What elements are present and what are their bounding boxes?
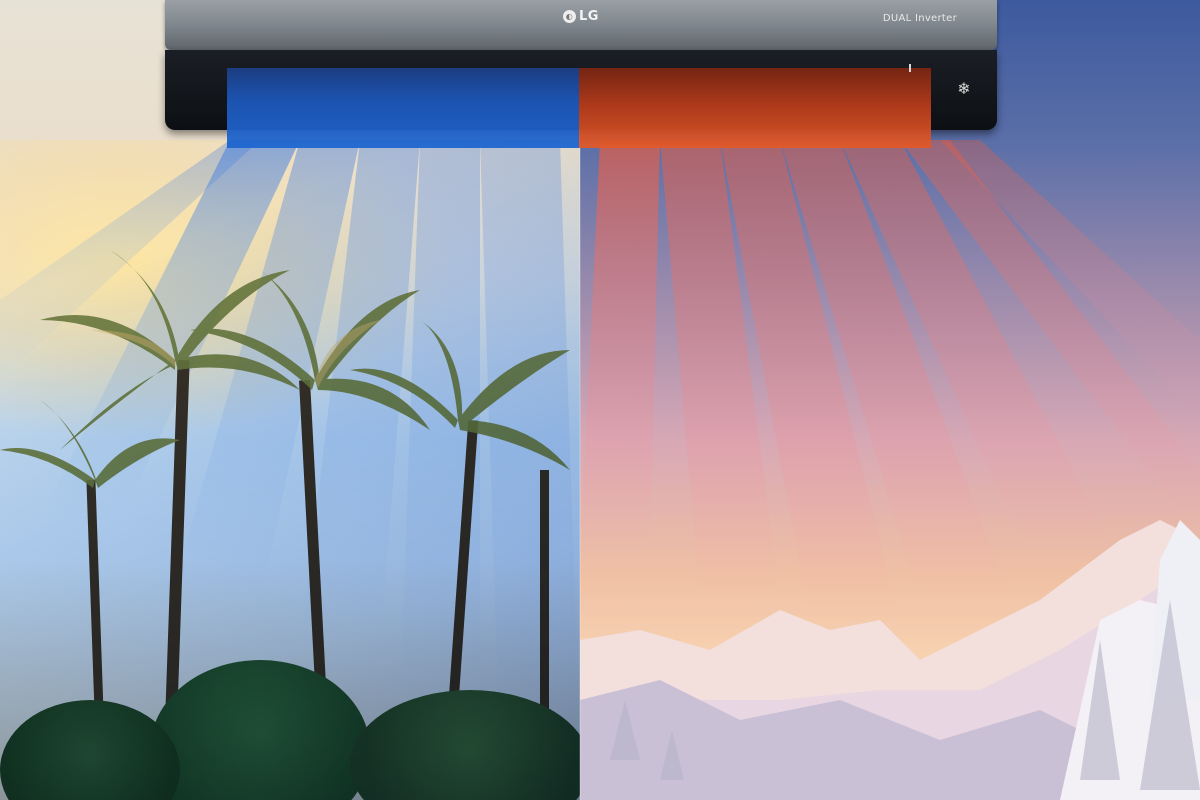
model-label: DUAL Inverter <box>882 13 957 24</box>
lg-logo-icon: ◐ <box>563 10 576 23</box>
status-indicator <box>909 64 911 72</box>
warm-air-vent <box>579 68 931 148</box>
ac-front-panel <box>165 0 997 50</box>
snowflake-fan-icon: ❄ <box>957 79 971 98</box>
lg-logo: ◐ LG <box>563 9 599 24</box>
air-conditioner-unit: ◐ LG DUAL Inverter ❄ <box>165 0 997 148</box>
ac-scene: ◐ LG DUAL Inverter ❄ <box>0 0 1200 800</box>
cool-air-vent <box>227 68 579 148</box>
